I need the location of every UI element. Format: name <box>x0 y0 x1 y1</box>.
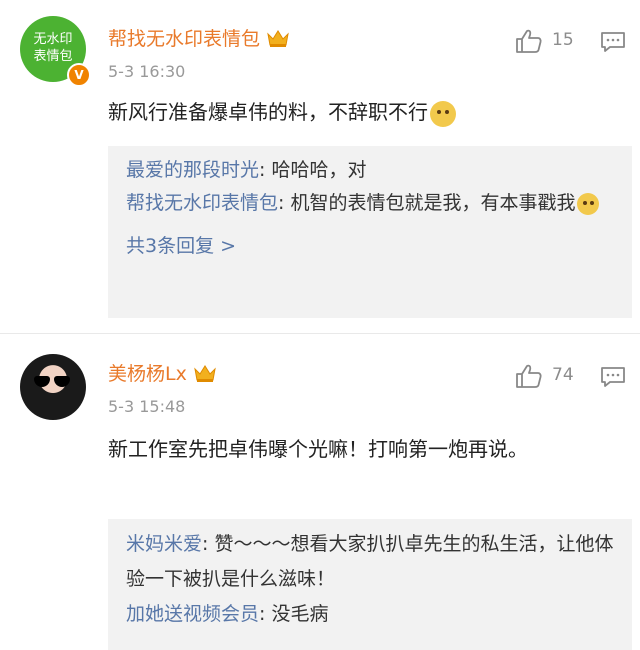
reply-username[interactable]: 帮找无水印表情包 <box>126 192 278 214</box>
reply-text: 没毛病 <box>271 603 329 625</box>
like-button[interactable] <box>515 28 543 54</box>
avatar[interactable]: 无水印 表情包 V <box>20 16 91 87</box>
timestamp: 5-3 15:48 <box>108 397 186 416</box>
thumbs-up-icon <box>516 364 542 388</box>
more-replies-link[interactable]: 共3条回复 > <box>126 230 616 263</box>
comment-text: 新工作室先把卓伟曝个光嘛！打响第一炮再说。 <box>108 437 528 461</box>
username-text: 帮找无水印表情包 <box>108 28 261 50</box>
reply-text: 机智的表情包就是我，有本事戳我 <box>290 192 576 214</box>
reply-text: 哈哈哈，对 <box>271 159 367 181</box>
like-count: 74 <box>552 365 574 385</box>
reply-separator: : <box>202 533 215 555</box>
reply-item: 米妈米爱: 赞～～～想看大家扒扒卓先生的私生活，让他体验一下被扒是什么滋味！ <box>126 527 616 597</box>
reply-icon[interactable] <box>600 31 626 53</box>
username[interactable]: 帮找无水印表情包 <box>108 24 290 51</box>
reply-icon[interactable] <box>600 366 626 388</box>
username-text: 美杨杨Lx <box>108 363 187 385</box>
verified-badge-icon: V <box>67 63 91 87</box>
avatar-text-line: 无水印 <box>33 32 73 47</box>
comment-item: 美杨杨Lx 5-3 15:48 74 新工作室先把卓伟曝个光嘛！打响第一炮再说。… <box>0 333 640 650</box>
comment-item: 无水印 表情包 V 帮找无水印表情包 5-3 16:30 15 新风行准备爆卓伟… <box>0 0 640 333</box>
reply-username[interactable]: 加她送视频会员 <box>126 603 259 625</box>
like-button[interactable] <box>515 363 543 389</box>
avatar-text: 无水印 表情包 <box>20 31 86 65</box>
avatar[interactable] <box>20 354 86 420</box>
comment-text-body: 新风行准备爆卓伟的料，不辞职不行 <box>108 100 428 124</box>
doge-emoji <box>430 100 456 127</box>
timestamp: 5-3 16:30 <box>108 62 186 81</box>
reply-item: 加她送视频会员: 没毛病 <box>126 597 616 632</box>
like-count: 15 <box>552 30 574 50</box>
reply-box: 最爱的那段时光: 哈哈哈，对 帮找无水印表情包: 机智的表情包就是我，有本事戳我… <box>108 146 632 318</box>
reply-box: 米妈米爱: 赞～～～想看大家扒扒卓先生的私生活，让他体验一下被扒是什么滋味！ 加… <box>108 519 632 650</box>
username[interactable]: 美杨杨Lx <box>108 359 217 386</box>
doge-emoji <box>577 192 600 215</box>
reply-separator: : <box>278 192 291 214</box>
reply-separator: : <box>259 603 272 625</box>
sunglasses-icon <box>34 376 72 387</box>
thumbs-up-icon <box>516 29 542 53</box>
comment-text: 新风行准备爆卓伟的料，不辞职不行 <box>108 97 608 127</box>
reply-item: 最爱的那段时光: 哈哈哈，对 <box>126 154 616 187</box>
crown-icon <box>193 363 217 383</box>
reply-separator: : <box>259 159 272 181</box>
reply-username[interactable]: 米妈米爱 <box>126 533 202 555</box>
crown-icon <box>266 28 290 48</box>
reply-username[interactable]: 最爱的那段时光 <box>126 159 259 181</box>
reply-item: 帮找无水印表情包: 机智的表情包就是我，有本事戳我 <box>126 187 616 220</box>
